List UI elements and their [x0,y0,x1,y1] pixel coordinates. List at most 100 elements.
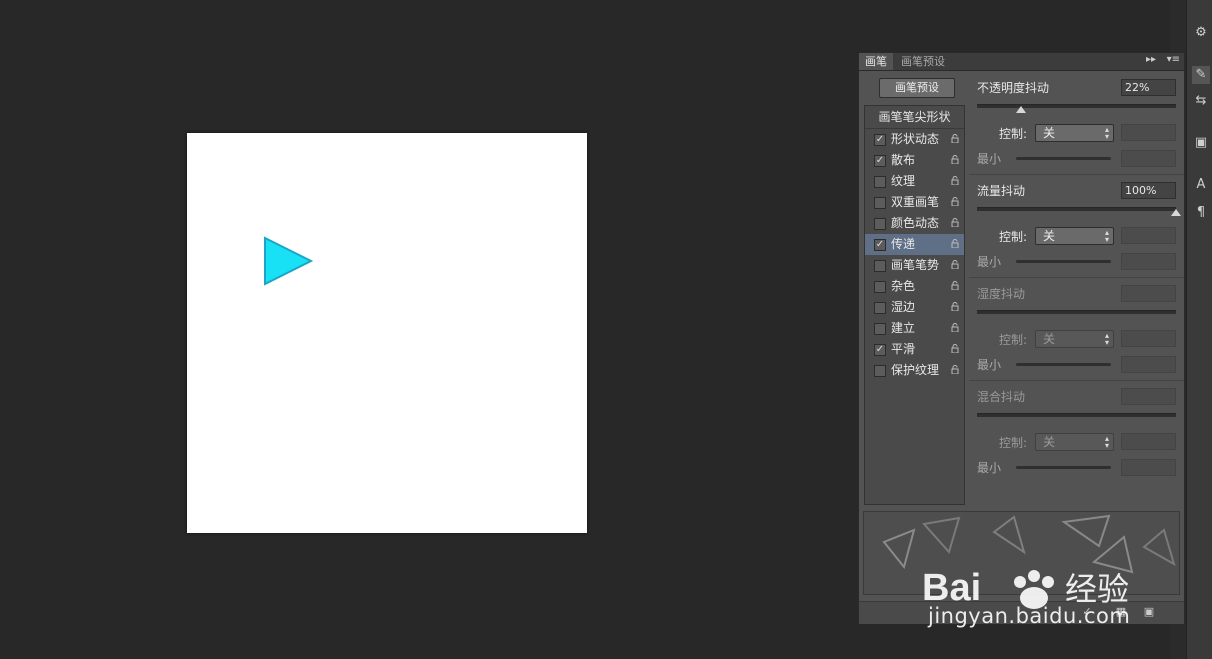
lock-icon[interactable] [951,197,959,206]
watermark-url: jingyan.baidu.com [928,604,1131,628]
panel-tab-bar: 画笔 画笔预设 ▸▸ ▾≡ [859,53,1184,71]
brush-presets-button[interactable]: 画笔预设 [879,78,955,98]
control-value: 关 [1043,126,1056,140]
jitter-slider[interactable] [977,413,1176,417]
brush-option-item[interactable]: ✓ 散布 [865,150,964,171]
brush-icon[interactable]: ✎ [1192,66,1210,84]
section-divider [969,174,1184,175]
brush-option-item[interactable]: 纹理 [865,171,964,192]
slider-thumb[interactable] [1171,209,1181,216]
jitter-slider[interactable] [977,310,1176,314]
tab-brush[interactable]: 画笔 [859,53,893,70]
lock-icon[interactable] [951,344,959,353]
brush-option-label: 颜色动态 [891,216,940,230]
collapse-icon[interactable]: ▸▸ [1146,54,1156,65]
jitter-slider[interactable] [977,207,1176,211]
updown-arrow-icon: ▴ ▾ [1104,434,1109,450]
lock-icon[interactable] [951,134,959,143]
control-value: 关 [1043,435,1056,449]
brush-option-item[interactable]: ✓ 形状动态 [865,129,964,150]
minimum-slider[interactable] [1016,260,1111,263]
control-select[interactable]: 关 ▴ ▾ [1035,227,1114,245]
control-select[interactable]: 关 ▴ ▾ [1035,330,1114,348]
clone-source-icon[interactable]: ⇆ [1192,92,1210,110]
brush-option-label: 散布 [891,153,916,167]
brush-option-label: 画笔笔势 [891,258,940,272]
minimum-value-field[interactable] [1121,253,1176,270]
control-label: 控制: [999,436,1028,450]
brush-option-item[interactable]: 颜色动态 [865,213,964,234]
section-title: 混合抖动 [977,390,1026,404]
value-field[interactable]: 22% [1121,79,1176,96]
minimum-value-field[interactable] [1121,459,1176,476]
lock-icon[interactable] [951,260,959,269]
updown-arrow-icon: ▴ ▾ [1104,228,1109,244]
lock-icon[interactable] [951,281,959,290]
new-preset-icon[interactable]: ▣ [1143,606,1155,618]
lock-icon[interactable] [951,365,959,374]
checkbox[interactable]: ✓ [874,344,886,356]
brush-option-item[interactable]: 保护纹理 [865,360,964,381]
lock-icon[interactable] [951,176,959,185]
minimum-slider[interactable] [1016,157,1111,160]
character-icon[interactable]: A [1192,176,1210,194]
tab-brush-presets[interactable]: 画笔预设 [895,53,951,70]
checkbox[interactable]: ✓ [874,155,886,167]
checkbox[interactable] [874,218,886,230]
brush-tip-shape-header[interactable]: 画笔笔尖形状 [865,106,964,129]
stamp-icon[interactable]: ▣ [1192,134,1210,152]
brush-option-label: 纹理 [891,174,916,188]
brush-option-item[interactable]: ✓ 平滑 [865,339,964,360]
panel-menu-icon[interactable]: ▾≡ [1167,54,1180,65]
control-value: 关 [1043,229,1056,243]
checkbox[interactable] [874,281,886,293]
lock-icon[interactable] [951,302,959,311]
brush-settings-icon[interactable]: ⚙ [1192,24,1210,42]
minimum-value-field[interactable] [1121,150,1176,167]
checkbox[interactable] [874,260,886,272]
checkbox[interactable] [874,323,886,335]
lock-icon[interactable] [951,323,959,332]
brush-option-item[interactable]: 画笔笔势 [865,255,964,276]
paragraph-icon[interactable]: ¶ [1192,204,1210,222]
checkbox[interactable]: ✓ [874,134,886,146]
checkbox[interactable] [874,302,886,314]
brush-option-label: 湿边 [891,300,916,314]
brush-option-label: 平滑 [891,342,916,356]
checkbox[interactable] [874,176,886,188]
brush-option-item[interactable]: 杂色 [865,276,964,297]
brush-option-item[interactable]: 建立 [865,318,964,339]
lock-icon[interactable] [951,155,959,164]
minimum-value-field[interactable] [1121,356,1176,373]
checkbox[interactable] [874,197,886,209]
checkbox[interactable] [874,365,886,377]
lock-icon[interactable] [951,218,959,227]
triangle-shape [264,236,313,286]
minimum-slider[interactable] [1016,363,1111,366]
brush-option-item[interactable]: 双重画笔 [865,192,964,213]
control-label: 控制: [999,333,1028,347]
brush-option-label: 双重画笔 [891,195,940,209]
brush-option-label: 形状动态 [891,132,940,146]
right-panel-toolbar: ⚙ ✎ ⇆ ▣ A ¶ [1186,0,1212,659]
brush-option-item[interactable]: 湿边 [865,297,964,318]
value-field[interactable] [1121,388,1176,405]
control-select[interactable]: 关 ▴ ▾ [1035,124,1114,142]
value-field[interactable] [1121,285,1176,302]
document-canvas[interactable] [187,133,587,533]
updown-arrow-icon: ▴ ▾ [1104,125,1109,141]
slider-thumb[interactable] [1015,106,1026,113]
checkbox[interactable]: ✓ [874,239,886,251]
lock-icon[interactable] [951,239,959,248]
jitter-slider[interactable] [977,104,1176,108]
control-select[interactable]: 关 ▴ ▾ [1035,433,1114,451]
minimum-slider[interactable] [1016,466,1111,469]
brush-option-item[interactable]: ✓ 传递 [865,234,964,255]
brush-option-label: 传递 [891,237,916,251]
minimum-label: 最小 [977,152,1002,166]
minimum-label: 最小 [977,461,1002,475]
minimum-label: 最小 [977,358,1002,372]
section-title: 流量抖动 [977,184,1026,198]
value-field[interactable]: 100% [1121,182,1176,199]
svg-text:Bai: Bai [922,567,981,609]
